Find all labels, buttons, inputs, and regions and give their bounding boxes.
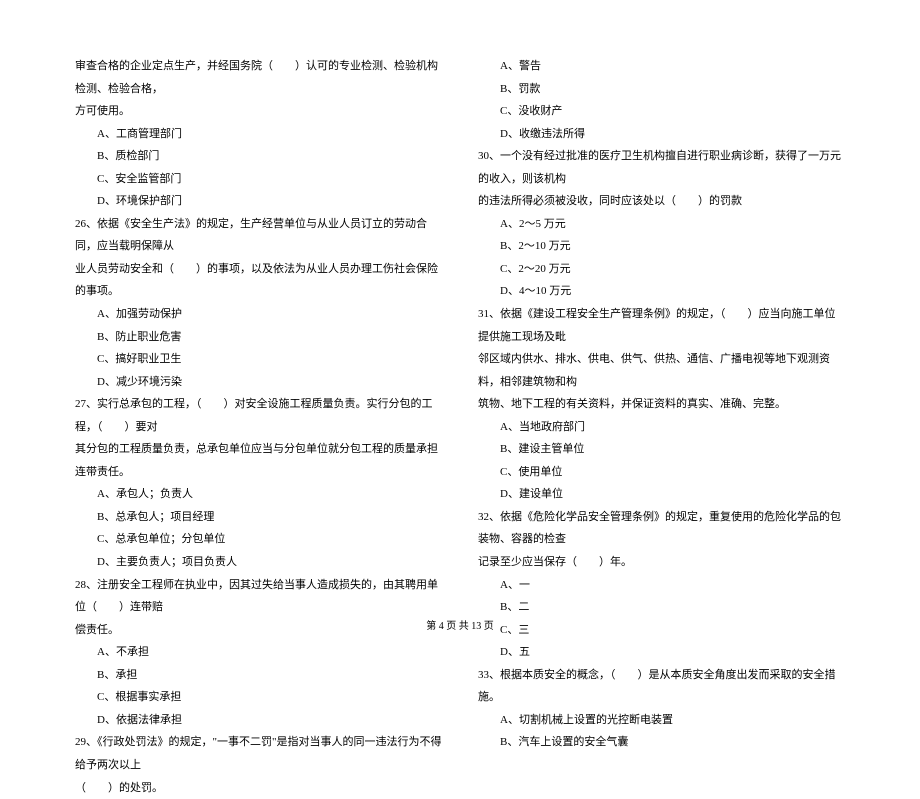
q25-stem-end: 方可使用。: [75, 100, 442, 123]
q30-stem-2: 的违法所得必须被没收，同时应该处以（ ）的罚款: [478, 190, 845, 213]
q31-stem-2: 邻区域内供水、排水、供电、供气、供热、通信、广播电视等地下观测资料，相邻建筑物和…: [478, 348, 845, 393]
q30-opt-d: D、4～10 万元: [478, 280, 845, 303]
q30-opt-c: C、2～20 万元: [478, 258, 845, 281]
q29-opt-b: B、罚款: [478, 78, 845, 101]
q30-stem-1: 30、一个没有经过批准的医疗卫生机构擅自进行职业病诊断，获得了一万元的收入，则该…: [478, 145, 845, 190]
q28-opt-c: C、根据事实承担: [75, 686, 442, 709]
q26-stem-2: 业人员劳动安全和（ ）的事项，以及依法为从业人员办理工伤社会保险的事项。: [75, 258, 442, 303]
q25-opt-b: B、质检部门: [75, 145, 442, 168]
q25-stem-cont: 审查合格的企业定点生产，并经国务院（ ）认可的专业检测、检验机构检测、检验合格，: [75, 55, 442, 100]
q31-opt-d: D、建设单位: [478, 483, 845, 506]
page-footer: 第 4 页 共 13 页: [0, 617, 920, 632]
q26-opt-d: D、减少环境污染: [75, 371, 442, 394]
q31-opt-c: C、使用单位: [478, 461, 845, 484]
q26-stem-1: 26、依据《安全生产法》的规定，生产经营单位与从业人员订立的劳动合同，应当载明保…: [75, 213, 442, 258]
q28-stem-1: 28、注册安全工程师在执业中，因其过失给当事人造成损失的，由其聘用单位（ ）连带…: [75, 574, 442, 619]
q27-opt-b: B、总承包人；项目经理: [75, 506, 442, 529]
q26-opt-a: A、加强劳动保护: [75, 303, 442, 326]
q29-opt-a: A、警告: [478, 55, 845, 78]
q31-opt-a: A、当地政府部门: [478, 416, 845, 439]
q25-opt-c: C、安全监管部门: [75, 168, 442, 191]
q27-opt-c: C、总承包单位；分包单位: [75, 528, 442, 551]
q26-opt-c: C、搞好职业卫生: [75, 348, 442, 371]
q29-opt-d: D、收缴违法所得: [478, 123, 845, 146]
q28-opt-d: D、依据法律承担: [75, 709, 442, 732]
q31-opt-b: B、建设主管单位: [478, 438, 845, 461]
q30-opt-b: B、2～10 万元: [478, 235, 845, 258]
q27-opt-d: D、主要负责人；项目负责人: [75, 551, 442, 574]
q32-stem-1: 32、依据《危险化学品安全管理条例》的规定，重复使用的危险化学品的包装物、容器的…: [478, 506, 845, 551]
q32-opt-b: B、二: [478, 596, 845, 619]
q25-opt-a: A、工商管理部门: [75, 123, 442, 146]
q27-stem-2: 其分包的工程质量负责，总承包单位应当与分包单位就分包工程的质量承担连带责任。: [75, 438, 442, 483]
q28-opt-a: A、不承担: [75, 641, 442, 664]
q32-opt-a: A、一: [478, 574, 845, 597]
q33-stem: 33、根据本质安全的概念，（ ）是从本质安全角度出发而采取的安全措施。: [478, 664, 845, 709]
q25-opt-d: D、环境保护部门: [75, 190, 442, 213]
q32-opt-d: D、五: [478, 641, 845, 664]
q29-opt-c: C、没收财产: [478, 100, 845, 123]
q27-stem-1: 27、实行总承包的工程，（ ）对安全设施工程质量负责。实行分包的工程，（ ）要对: [75, 393, 442, 438]
q33-opt-a: A、切割机械上设置的光控断电装置: [478, 709, 845, 732]
q31-stem-3: 筑物、地下工程的有关资料，并保证资料的真实、准确、完整。: [478, 393, 845, 416]
q29-stem-1: 29、《行政处罚法》的规定，"一事不二罚"是指对当事人的同一违法行为不得给予两次…: [75, 731, 442, 776]
q28-opt-b: B、承担: [75, 664, 442, 687]
left-column: 审查合格的企业定点生产，并经国务院（ ）认可的专业检测、检验机构检测、检验合格，…: [75, 55, 442, 595]
q27-opt-a: A、承包人；负责人: [75, 483, 442, 506]
q32-stem-2: 记录至少应当保存（ ）年。: [478, 551, 845, 574]
q33-opt-b: B、汽车上设置的安全气囊: [478, 731, 845, 754]
two-column-layout: 审查合格的企业定点生产，并经国务院（ ）认可的专业检测、检验机构检测、检验合格，…: [75, 55, 845, 595]
q31-stem-1: 31、依据《建设工程安全生产管理条例》的规定，（ ）应当向施工单位提供施工现场及…: [478, 303, 845, 348]
q29-stem-2: （ ）的处罚。: [75, 777, 442, 799]
q26-opt-b: B、防止职业危害: [75, 326, 442, 349]
q30-opt-a: A、2～5 万元: [478, 213, 845, 236]
right-column: A、警告 B、罚款 C、没收财产 D、收缴违法所得 30、一个没有经过批准的医疗…: [478, 55, 845, 595]
